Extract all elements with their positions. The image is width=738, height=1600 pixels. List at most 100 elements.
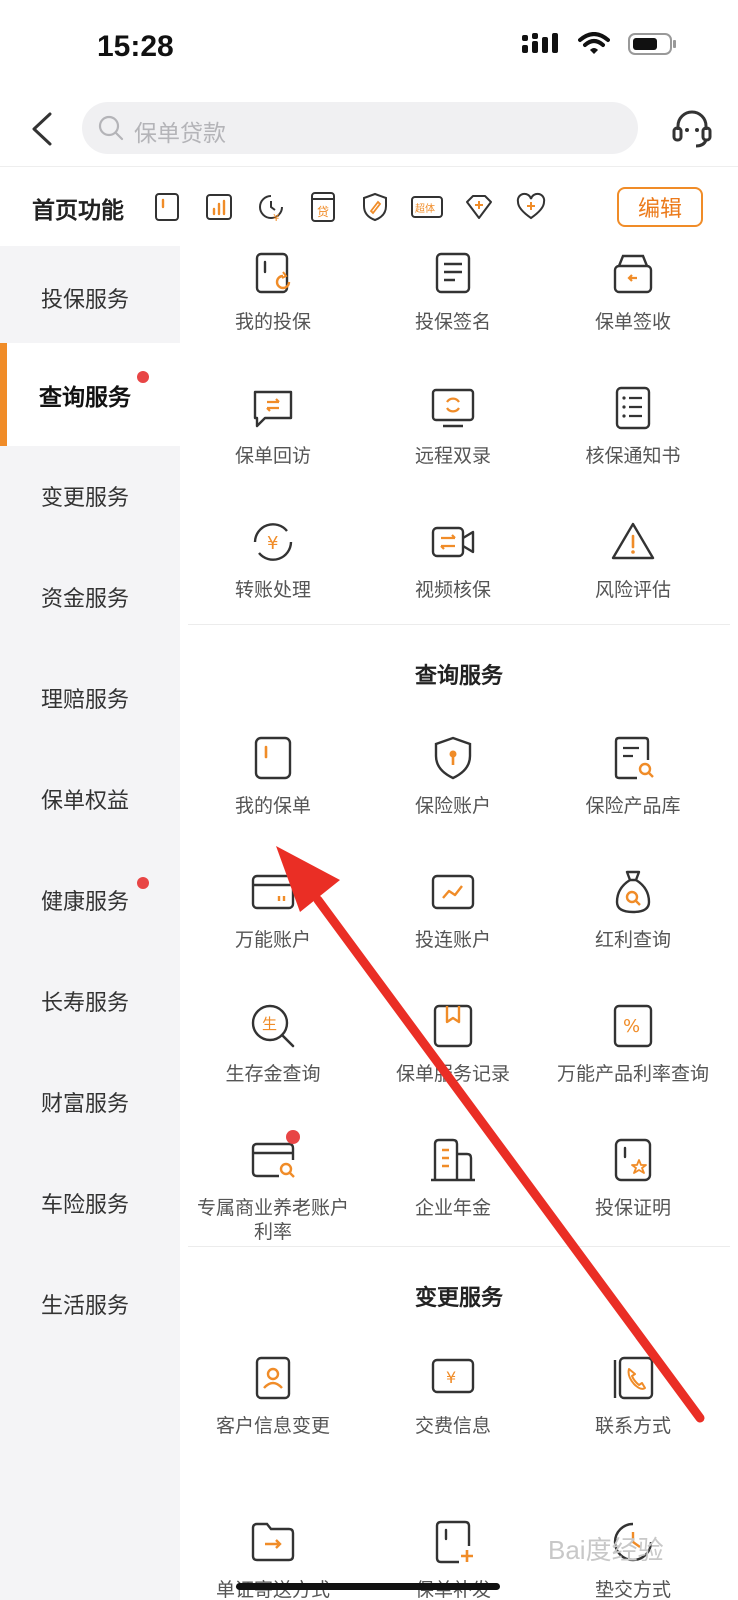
- policy-icon[interactable]: [148, 189, 186, 225]
- my-policy-item[interactable]: 我的保单: [180, 734, 366, 818]
- video-underwriting-item[interactable]: 视频核保: [360, 518, 546, 602]
- heart-plus-icon[interactable]: [512, 189, 550, 225]
- sidebar-item-label: 资金服务: [41, 586, 130, 612]
- item-label: 万能产品利率查询: [556, 1063, 709, 1085]
- inbox-icon: [613, 254, 653, 294]
- rate-query-item[interactable]: % 万能产品利率查询: [540, 1002, 726, 1086]
- universal-account-item[interactable]: 万能账户: [180, 868, 366, 952]
- service-content: 我的投保 投保签名 保单签收 保单回访 远程双录 核保通知书 ¥ 转账处理 视频…: [180, 246, 738, 1600]
- item-label: 投连账户: [414, 929, 491, 951]
- payment-info-item[interactable]: ¥ 交费信息: [360, 1354, 546, 1438]
- wifi-icon: [578, 32, 610, 54]
- sidebar-item-label: 投保服务: [41, 287, 130, 313]
- insurance-account-item[interactable]: 保险账户: [360, 734, 546, 818]
- yuan-box-icon: ¥: [431, 1358, 475, 1394]
- item-label: 万能账户: [234, 929, 311, 951]
- policy-refresh-icon: [255, 252, 291, 294]
- contact-method-item[interactable]: 联系方式: [540, 1354, 726, 1438]
- sidebar-item-longevity[interactable]: 长寿服务: [0, 949, 180, 1052]
- folder-arrow-icon: [251, 1522, 295, 1562]
- building-icon: [431, 1138, 475, 1182]
- item-label: 企业年金: [414, 1197, 491, 1219]
- enterprise-annuity-item[interactable]: 企业年金: [360, 1136, 546, 1220]
- section-divider: [188, 1246, 730, 1247]
- item-label: 我的保单: [234, 795, 311, 817]
- percent-doc-icon: %: [613, 1004, 653, 1048]
- search-placeholder: 保单贷款: [134, 121, 226, 147]
- sidebar-item-query[interactable]: 查询服务: [0, 343, 180, 446]
- item-label: 保单回访: [234, 445, 311, 467]
- search-icon: [98, 115, 124, 141]
- insure-certificate-item[interactable]: 投保证明: [540, 1136, 726, 1220]
- policy-receipt-item[interactable]: 保单签收: [540, 250, 726, 334]
- policy-revisit-item[interactable]: 保单回访: [180, 384, 366, 468]
- dividend-query-item[interactable]: 红利查询: [540, 868, 726, 952]
- service-record-item[interactable]: 保单服务记录: [360, 1002, 546, 1086]
- customer-service-button[interactable]: [670, 106, 714, 150]
- item-label: 远程双录: [414, 445, 491, 467]
- item-label: 保单签收: [594, 311, 671, 333]
- video-exchange-icon: [431, 526, 475, 558]
- sidebar-item-wealth[interactable]: 财富服务: [0, 1050, 180, 1153]
- home-functions-icons: ¥ 贷 超体: [148, 189, 550, 225]
- money-bag-search-icon: [615, 870, 651, 914]
- sidebar-item-claims[interactable]: 理赔服务: [0, 646, 180, 749]
- transfer-clock-icon[interactable]: ¥: [252, 189, 290, 225]
- investment-account-item[interactable]: 投连账户: [360, 868, 546, 952]
- item-label: 生存金查询: [225, 1063, 321, 1085]
- magnifier-sheng-icon: 生: [251, 1004, 295, 1048]
- sidebar-item-label: 生活服务: [41, 1293, 130, 1319]
- item-label: 红利查询: [594, 929, 671, 951]
- my-insure-item[interactable]: 我的投保: [180, 250, 366, 334]
- category-sidebar: 投保服务 查询服务 变更服务 资金服务 理赔服务 保单权益 健康服务 长寿服务 …: [0, 246, 180, 1600]
- sidebar-item-auto[interactable]: 车险服务: [0, 1151, 180, 1254]
- sidebar-item-label: 长寿服务: [41, 990, 130, 1016]
- svg-text:¥: ¥: [267, 533, 278, 554]
- sidebar-item-label: 变更服务: [41, 485, 130, 511]
- sidebar-item-health[interactable]: 健康服务: [0, 848, 180, 951]
- transfer-item[interactable]: ¥ 转账处理: [180, 518, 366, 602]
- item-label: 投保签名: [414, 311, 491, 333]
- edit-button[interactable]: 编辑: [617, 187, 703, 227]
- item-label: 专属商业养老账户 利率: [196, 1197, 349, 1243]
- search-input[interactable]: 保单贷款: [82, 102, 638, 154]
- status-time: 15:28: [97, 30, 174, 63]
- shield-edit-icon[interactable]: [356, 189, 394, 225]
- insure-sign-item[interactable]: 投保签名: [360, 250, 546, 334]
- status-bar: 15:28: [0, 0, 738, 92]
- svg-text:%: %: [623, 1016, 640, 1037]
- survival-benefit-item[interactable]: 生 生存金查询: [180, 1002, 366, 1086]
- item-label: 客户信息变更: [215, 1415, 330, 1437]
- chart-icon[interactable]: [200, 189, 238, 225]
- underwriting-notice-item[interactable]: 核保通知书: [540, 384, 726, 468]
- sidebar-item-life[interactable]: 生活服务: [0, 1252, 180, 1355]
- sidebar-item-funds[interactable]: 资金服务: [0, 545, 180, 648]
- svg-text:超体: 超体: [415, 202, 435, 215]
- product-library-item[interactable]: 保险产品库: [540, 734, 726, 818]
- notification-dot: [286, 1130, 300, 1144]
- home-functions-bar: 首页功能 ¥ 贷 超体 编辑: [0, 166, 738, 247]
- sidebar-item-label: 理赔服务: [41, 687, 130, 713]
- customer-info-change-item[interactable]: 客户信息变更: [180, 1354, 366, 1438]
- sidebar-item-policy-rights[interactable]: 保单权益: [0, 747, 180, 850]
- super-body-icon[interactable]: 超体: [408, 189, 446, 225]
- sidebar-item-label: 健康服务: [41, 889, 130, 915]
- risk-assessment-item[interactable]: 风险评估: [540, 518, 726, 602]
- nav-bar: 保单贷款: [0, 92, 738, 166]
- svg-text:生: 生: [262, 1015, 277, 1033]
- sidebar-item-label: 财富服务: [41, 1091, 130, 1117]
- bookmark-doc-icon: [433, 1004, 473, 1048]
- sidebar-item-insure[interactable]: 投保服务: [0, 246, 180, 349]
- back-button[interactable]: [24, 104, 64, 154]
- home-indicator[interactable]: [236, 1583, 500, 1590]
- sidebar-item-change[interactable]: 变更服务: [0, 444, 180, 547]
- loan-icon[interactable]: 贷: [304, 189, 342, 225]
- contact-card-icon: [255, 1356, 291, 1400]
- cellular-signal-icon: [522, 33, 558, 53]
- diamond-plus-icon[interactable]: [460, 189, 498, 225]
- pension-account-rate-item[interactable]: 专属商业养老账户 利率: [180, 1130, 366, 1244]
- item-label: 联系方式: [594, 1415, 671, 1437]
- monitor-sync-icon: [431, 388, 475, 428]
- active-indicator: [0, 343, 7, 446]
- remote-recording-item[interactable]: 远程双录: [360, 384, 546, 468]
